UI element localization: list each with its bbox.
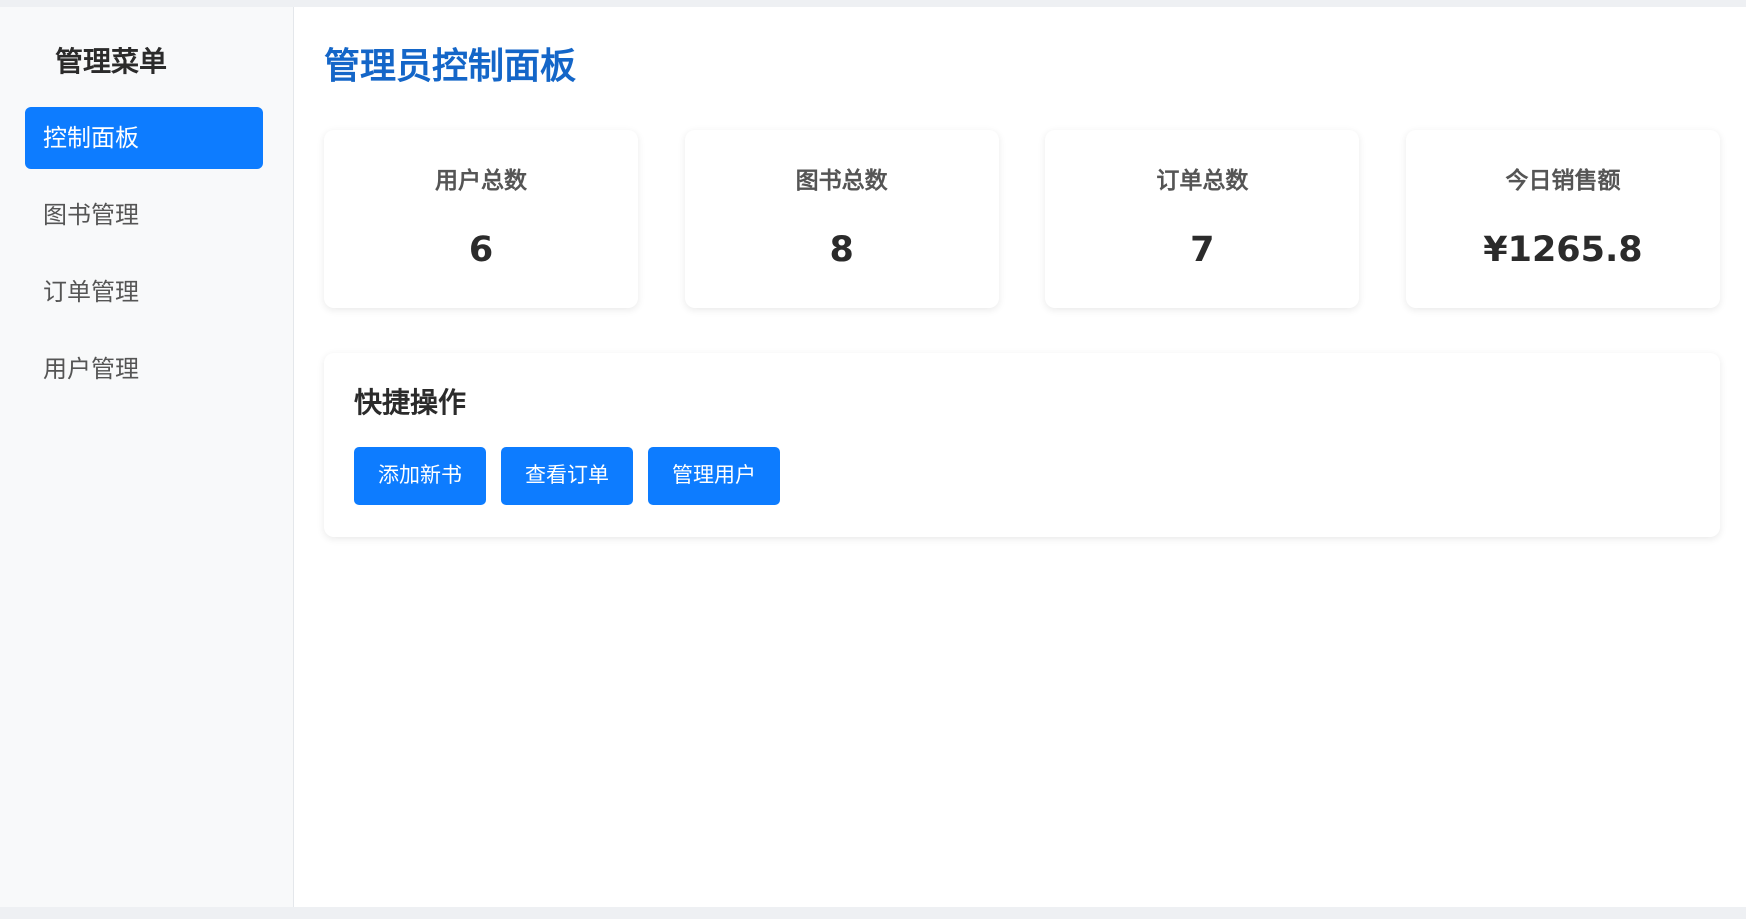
quick-actions-title: 快捷操作 [354,386,467,419]
stat-label: 订单总数 [1156,168,1249,194]
sidebar-item-books[interactable]: 图书管理 [25,184,263,246]
stat-label: 今日销售额 [1505,168,1621,194]
stat-value: 7 [1190,230,1215,270]
stat-card-users: 用户总数 6 [324,130,638,308]
add-book-button[interactable]: 添加新书 [354,447,486,505]
manage-users-button[interactable]: 管理用户 [648,447,780,505]
main-content: 管理员控制面板 用户总数 6 图书总数 8 订单总数 7 今日销售额 ¥1265… [294,7,1746,907]
quick-actions-buttons: 添加新书 查看订单 管理用户 [354,447,1690,505]
app-window: 管理菜单 控制面板 图书管理 订单管理 用户管理 管理员控制面板 用户总数 6 … [0,7,1746,907]
stat-label: 图书总数 [795,168,888,194]
stat-value: ¥1265.8 [1483,230,1643,270]
sidebar: 管理菜单 控制面板 图书管理 订单管理 用户管理 [0,7,294,907]
sidebar-item-dashboard[interactable]: 控制面板 [25,107,263,169]
sidebar-item-orders[interactable]: 订单管理 [25,261,263,323]
page-title: 管理员控制面板 [324,46,577,87]
quick-actions-panel: 快捷操作 添加新书 查看订单 管理用户 [324,353,1720,537]
stat-card-books: 图书总数 8 [684,130,999,308]
stat-value: 8 [829,230,854,270]
stat-value: 6 [468,230,494,270]
stat-label: 用户总数 [435,168,527,194]
sidebar-title: 管理菜单 [55,45,168,78]
sidebar-item-users[interactable]: 用户管理 [25,338,263,400]
stats-row: 用户总数 6 图书总数 8 订单总数 7 今日销售额 ¥1265.8 [324,130,1720,308]
stat-card-sales: 今日销售额 ¥1265.8 [1405,130,1720,308]
view-orders-button[interactable]: 查看订单 [501,447,633,505]
stat-card-orders: 订单总数 7 [1045,130,1360,308]
sidebar-nav: 控制面板 图书管理 订单管理 用户管理 [0,107,293,400]
